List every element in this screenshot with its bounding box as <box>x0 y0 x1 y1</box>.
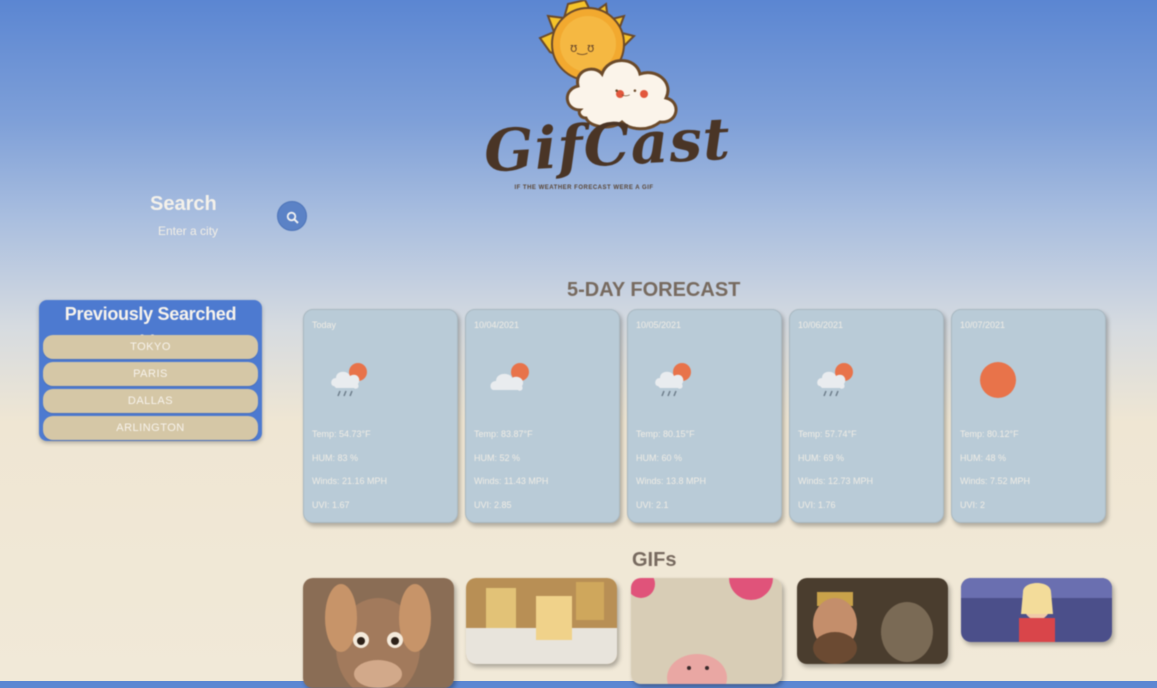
forecast-temp: Temp: 80.15°F <box>636 429 695 439</box>
forecast-uvi: UVI: 1.67 <box>312 500 350 510</box>
forecast-humidity: HUM: 48 % <box>960 453 1007 463</box>
forecast-date: 10/05/2021 <box>636 320 682 330</box>
forecast-card: 10/06/2021 Temp: 57.74°F HUM: 69 % Winds… <box>789 309 944 523</box>
history-item-dallas[interactable]: DALLAS <box>43 389 258 413</box>
rain-sun-icon <box>331 363 367 397</box>
forecast-humidity: HUM: 69 % <box>798 453 845 463</box>
history-item-arlington[interactable]: ARLINGTON <box>43 416 258 440</box>
gif-image[interactable] <box>961 578 1112 642</box>
search-icon <box>286 211 299 224</box>
history-title: Previously Searched Cities <box>64 304 237 352</box>
app-title: GifCast <box>482 104 733 186</box>
gif-image[interactable] <box>631 578 782 684</box>
gif-ice-drinks-image <box>466 578 617 664</box>
gif-image[interactable] <box>797 578 948 664</box>
forecast-card: 10/07/2021 Temp: 80.12°F HUM: 48 % Winds… <box>951 309 1106 523</box>
app-tagline: IF THE WEATHER FORECAST WERE A GIF <box>514 185 654 191</box>
forecast-date: 10/06/2021 <box>798 320 844 330</box>
svg-text:• ‿ •: • ‿ • <box>614 87 638 97</box>
forecast-wind: Winds: 21.16 MPH <box>312 476 388 486</box>
forecast-uvi: UVI: 2.85 <box>474 500 512 510</box>
forecast-temp: Temp: 80.12°F <box>960 429 1019 439</box>
forecast-title: 5-DAY FORECAST <box>567 279 741 301</box>
svg-text:ʊ‿ʊ: ʊ‿ʊ <box>570 41 594 55</box>
gif-pig-image <box>631 578 782 684</box>
search-input[interactable] <box>156 222 270 240</box>
forecast-temp: Temp: 57.74°F <box>798 429 857 439</box>
forecast-card: 10/05/2021 Temp: 80.15°F HUM: 60 % Winds… <box>627 309 782 523</box>
forecast-wind: Winds: 7.52 MPH <box>960 476 1031 486</box>
forecast-temp: Temp: 54.73°F <box>312 429 371 439</box>
forecast-wind: Winds: 11.43 MPH <box>474 476 549 486</box>
forecast-humidity: HUM: 83 % <box>312 453 359 463</box>
forecast-uvi: UVI: 1.76 <box>798 500 836 510</box>
gif-donkey-image <box>303 578 454 688</box>
forecast-wind: Winds: 12.73 MPH <box>798 476 874 486</box>
forecast-temp: Temp: 83.87°F <box>474 429 533 439</box>
forecast-card: 10/04/2021 Temp: 83.87°F HUM: 52 % Winds… <box>465 309 620 523</box>
history-item-paris[interactable]: PARIS <box>43 362 258 386</box>
search-label: Search <box>150 193 217 215</box>
forecast-uvi: UVI: 2.1 <box>636 500 669 510</box>
gif-image[interactable] <box>466 578 617 664</box>
rain-sun-icon <box>655 363 691 397</box>
search-button[interactable] <box>277 201 307 231</box>
gif-person-image <box>961 578 1112 642</box>
forecast-wind: Winds: 13.8 MPH <box>636 476 707 486</box>
partly-cloudy-icon <box>490 363 529 391</box>
forecast-uvi: UVI: 2 <box>960 500 986 510</box>
history-item-tokyo[interactable]: TOKYO <box>43 335 258 359</box>
rain-sun-icon <box>817 363 853 397</box>
gifs-title: GIFs <box>632 549 677 571</box>
forecast-humidity: HUM: 60 % <box>636 453 683 463</box>
gif-image[interactable] <box>303 578 454 688</box>
forecast-humidity: HUM: 52 % <box>474 453 521 463</box>
gif-king-image <box>797 578 948 664</box>
sun-icon <box>980 362 1016 398</box>
forecast-date: 10/07/2021 <box>960 320 1006 330</box>
forecast-card: Today Temp: 54.73°F HUM: 83 % Winds: 21.… <box>303 309 458 523</box>
forecast-date: Today <box>312 320 337 330</box>
history-panel: Previously Searched Cities TOKYO PARIS D… <box>39 300 262 441</box>
forecast-date: 10/04/2021 <box>474 320 520 330</box>
